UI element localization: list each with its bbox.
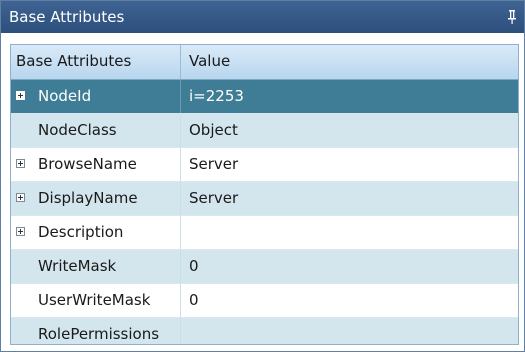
attribute-name: BrowseName (38, 155, 137, 173)
base-attributes-panel: Base Attributes Base Attributes Value No… (0, 0, 525, 352)
column-header-attributes[interactable]: Base Attributes (11, 45, 181, 79)
attribute-value[interactable]: Server (181, 182, 518, 215)
table-row-writemask[interactable]: WriteMask 0 (11, 250, 518, 284)
expand-plus-icon[interactable] (16, 159, 25, 168)
table-row-description[interactable]: Description (11, 216, 518, 250)
attribute-value[interactable]: i=2253 (181, 80, 518, 113)
attribute-name-cell: UserWriteMask (11, 284, 181, 317)
panel-title: Base Attributes (9, 8, 125, 26)
expand-plus-icon[interactable] (16, 227, 25, 236)
attribute-name: WriteMask (38, 257, 117, 275)
expand-plus-icon[interactable] (16, 193, 25, 202)
attribute-value[interactable] (181, 216, 518, 249)
table-row-userwritemask[interactable]: UserWriteMask 0 (11, 284, 518, 318)
expand-plus-icon[interactable] (16, 91, 25, 100)
attribute-name: UserWriteMask (38, 291, 151, 309)
attribute-name-cell: Description (11, 216, 181, 249)
attribute-name-cell: RolePermissions (11, 318, 181, 344)
pin-icon[interactable] (507, 9, 517, 25)
attribute-name: Description (38, 223, 124, 241)
table-row-rolepermissions[interactable]: RolePermissions (11, 318, 518, 344)
table-row-nodeid[interactable]: NodeId i=2253 (11, 80, 518, 114)
attribute-name-cell: NodeClass (11, 114, 181, 147)
attribute-name: NodeId (38, 87, 92, 105)
attribute-name: NodeClass (38, 121, 117, 139)
grid-header: Base Attributes Value (11, 45, 518, 80)
attribute-name: DisplayName (38, 189, 138, 207)
attribute-name-cell: BrowseName (11, 148, 181, 181)
attribute-value[interactable]: 0 (181, 250, 518, 283)
table-row-browsename[interactable]: BrowseName Server (11, 148, 518, 182)
attribute-value[interactable]: Object (181, 114, 518, 147)
attribute-name-cell: WriteMask (11, 250, 181, 283)
column-header-value[interactable]: Value (181, 45, 518, 79)
attribute-value[interactable]: Server (181, 148, 518, 181)
attribute-value[interactable]: 0 (181, 284, 518, 317)
attribute-name: RolePermissions (38, 325, 160, 343)
table-row-displayname[interactable]: DisplayName Server (11, 182, 518, 216)
attribute-value[interactable] (181, 318, 518, 344)
attributes-grid: Base Attributes Value NodeId i=2253 Node… (10, 44, 519, 345)
attribute-name-cell: DisplayName (11, 182, 181, 215)
attribute-name-cell: NodeId (11, 80, 181, 113)
table-row-nodeclass[interactable]: NodeClass Object (11, 114, 518, 148)
panel-title-bar: Base Attributes (1, 1, 524, 33)
